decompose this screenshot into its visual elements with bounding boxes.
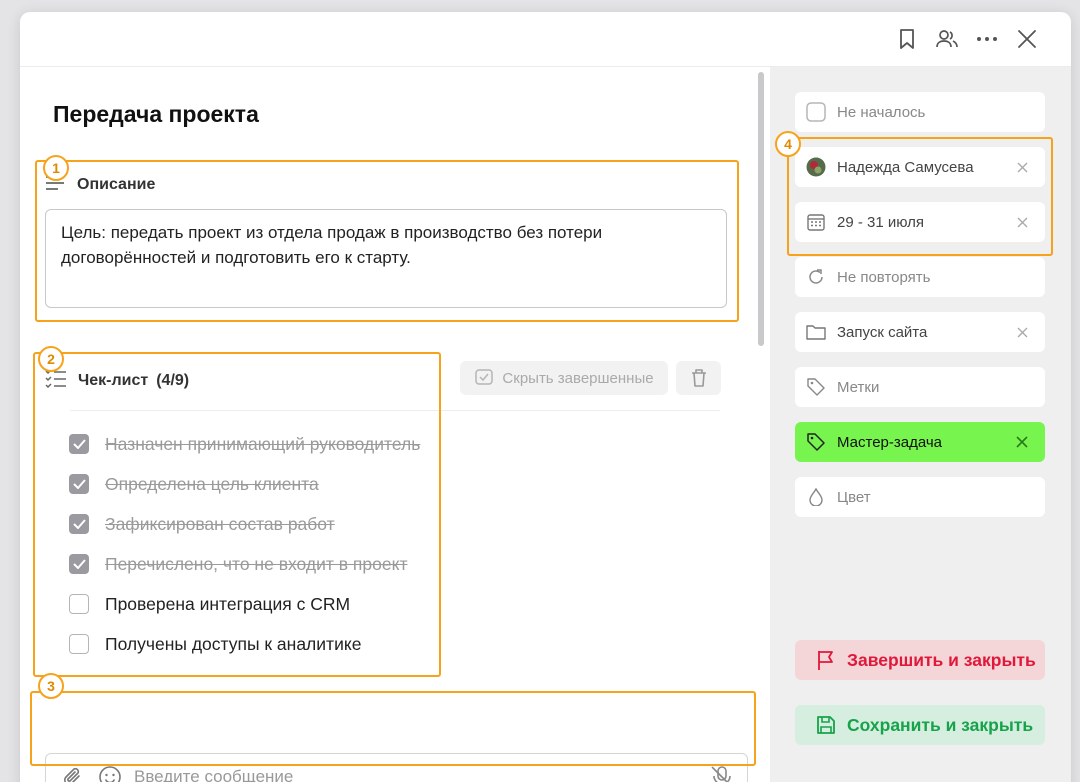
remove-assignee-icon[interactable]: [1014, 159, 1030, 175]
avatar: [806, 157, 826, 177]
annotation-badge-2: 2: [38, 346, 64, 372]
master-task-label: Мастер-задача: [837, 433, 943, 451]
checkbox-checked[interactable]: [69, 554, 89, 574]
checklist-item[interactable]: Определена цель клиента: [69, 473, 319, 495]
checklist-item-label: Зафиксирован состав работ: [105, 513, 335, 534]
status-label: Не началось: [837, 103, 926, 121]
task-main-panel: Передача проекта Описание Цель: передать…: [20, 67, 770, 782]
checklist-item[interactable]: Зафиксирован состав работ: [69, 513, 335, 535]
annotation-badge-1: 1: [43, 155, 69, 181]
checklist-item[interactable]: Перечислено, что не входит в проект: [69, 553, 407, 575]
repeat-icon: [806, 267, 826, 287]
tag-icon: [806, 377, 826, 397]
save-and-close-button[interactable]: Сохранить и закрыть: [795, 705, 1045, 745]
finish-and-close-button[interactable]: Завершить и закрыть: [795, 640, 1045, 680]
tags-label: Метки: [837, 378, 880, 396]
assignee-button[interactable]: Надежда Самусева: [795, 147, 1045, 187]
checklist-item-label: Назначен принимающий руководитель: [105, 433, 421, 454]
checklist-item-label: Проверена интеграция с CRM: [105, 593, 351, 614]
checkbox-unchecked[interactable]: [69, 634, 89, 654]
remove-project-icon[interactable]: [1014, 324, 1030, 340]
message-composer[interactable]: Введите сообщение: [45, 753, 748, 782]
repeat-button[interactable]: Не повторять: [795, 257, 1045, 297]
task-title[interactable]: Передача проекта: [53, 101, 259, 128]
checklist-item[interactable]: Получены доступы к аналитике: [69, 633, 361, 655]
description-field[interactable]: Цель: передать проект из отдела продаж в…: [45, 209, 727, 308]
color-label: Цвет: [837, 488, 871, 506]
checklist-item-label: Перечислено, что не входит в проект: [105, 553, 408, 574]
remove-tag-icon[interactable]: [1014, 434, 1030, 450]
checklist-item-label: Определена цель клиента: [105, 473, 319, 494]
modal-header: [20, 12, 1071, 67]
assignee-name: Надежда Самусева: [837, 158, 974, 176]
master-task-tag[interactable]: Мастер-задача: [795, 422, 1045, 462]
scrollbar[interactable]: [758, 72, 764, 346]
hide-completed-icon: [474, 368, 494, 388]
save-label: Сохранить и закрыть: [847, 714, 1034, 735]
status-button[interactable]: Не началось: [795, 92, 1045, 132]
finish-label: Завершить и закрыть: [847, 649, 1036, 670]
dates-label: 29 - 31 июля: [837, 213, 925, 231]
checklist-item[interactable]: Назначен принимающий руководитель: [69, 433, 420, 455]
tag-icon: [806, 432, 826, 452]
checklist-header: Чек-лист (4/9): [45, 368, 189, 393]
message-placeholder: Введите сообщение: [134, 766, 294, 782]
description-heading: Описание: [77, 175, 156, 193]
bookmark-icon[interactable]: [894, 26, 920, 52]
checklist-count: (4/9): [156, 371, 190, 389]
task-modal: Передача проекта Описание Цель: передать…: [20, 12, 1071, 782]
checkbox-checked[interactable]: [69, 474, 89, 494]
task-sidebar: Не началось Надежда Самусева 29 - 31 июл…: [770, 67, 1071, 782]
color-button[interactable]: Цвет: [795, 477, 1045, 517]
checklist-heading: Чек-лист: [78, 371, 149, 389]
annotation-badge-3: 3: [38, 673, 64, 699]
hide-completed-label: Скрыть завершенные: [502, 369, 654, 387]
calendar-icon: [806, 212, 826, 232]
dates-button[interactable]: 29 - 31 июля: [795, 202, 1045, 242]
tags-button[interactable]: Метки: [795, 367, 1045, 407]
emoji-icon[interactable]: [98, 765, 122, 782]
delete-checklist-button[interactable]: [676, 361, 721, 395]
checklist-item[interactable]: Проверена интеграция с CRM: [69, 593, 350, 615]
status-checkbox-icon: [806, 102, 826, 122]
save-icon: [815, 714, 837, 736]
checkbox-unchecked[interactable]: [69, 594, 89, 614]
members-icon[interactable]: [934, 26, 960, 52]
checkbox-checked[interactable]: [69, 514, 89, 534]
checklist-divider: [70, 410, 720, 411]
project-button[interactable]: Запуск сайта: [795, 312, 1045, 352]
paperclip-icon[interactable]: [62, 766, 84, 782]
close-icon[interactable]: [1014, 26, 1040, 52]
repeat-label: Не повторять: [837, 268, 931, 286]
trash-icon: [690, 368, 708, 388]
remove-dates-icon[interactable]: [1014, 214, 1030, 230]
more-icon[interactable]: [974, 26, 1000, 52]
flag-icon: [815, 649, 837, 671]
project-label: Запуск сайта: [837, 323, 928, 341]
checklist-item-label: Получены доступы к аналитике: [105, 633, 362, 654]
drop-icon: [806, 487, 826, 507]
folder-icon: [806, 322, 826, 342]
checkbox-checked[interactable]: [69, 434, 89, 454]
microphone-off-icon[interactable]: [709, 764, 735, 782]
hide-completed-button[interactable]: Скрыть завершенные: [460, 361, 668, 395]
annotation-badge-4: 4: [775, 131, 801, 157]
